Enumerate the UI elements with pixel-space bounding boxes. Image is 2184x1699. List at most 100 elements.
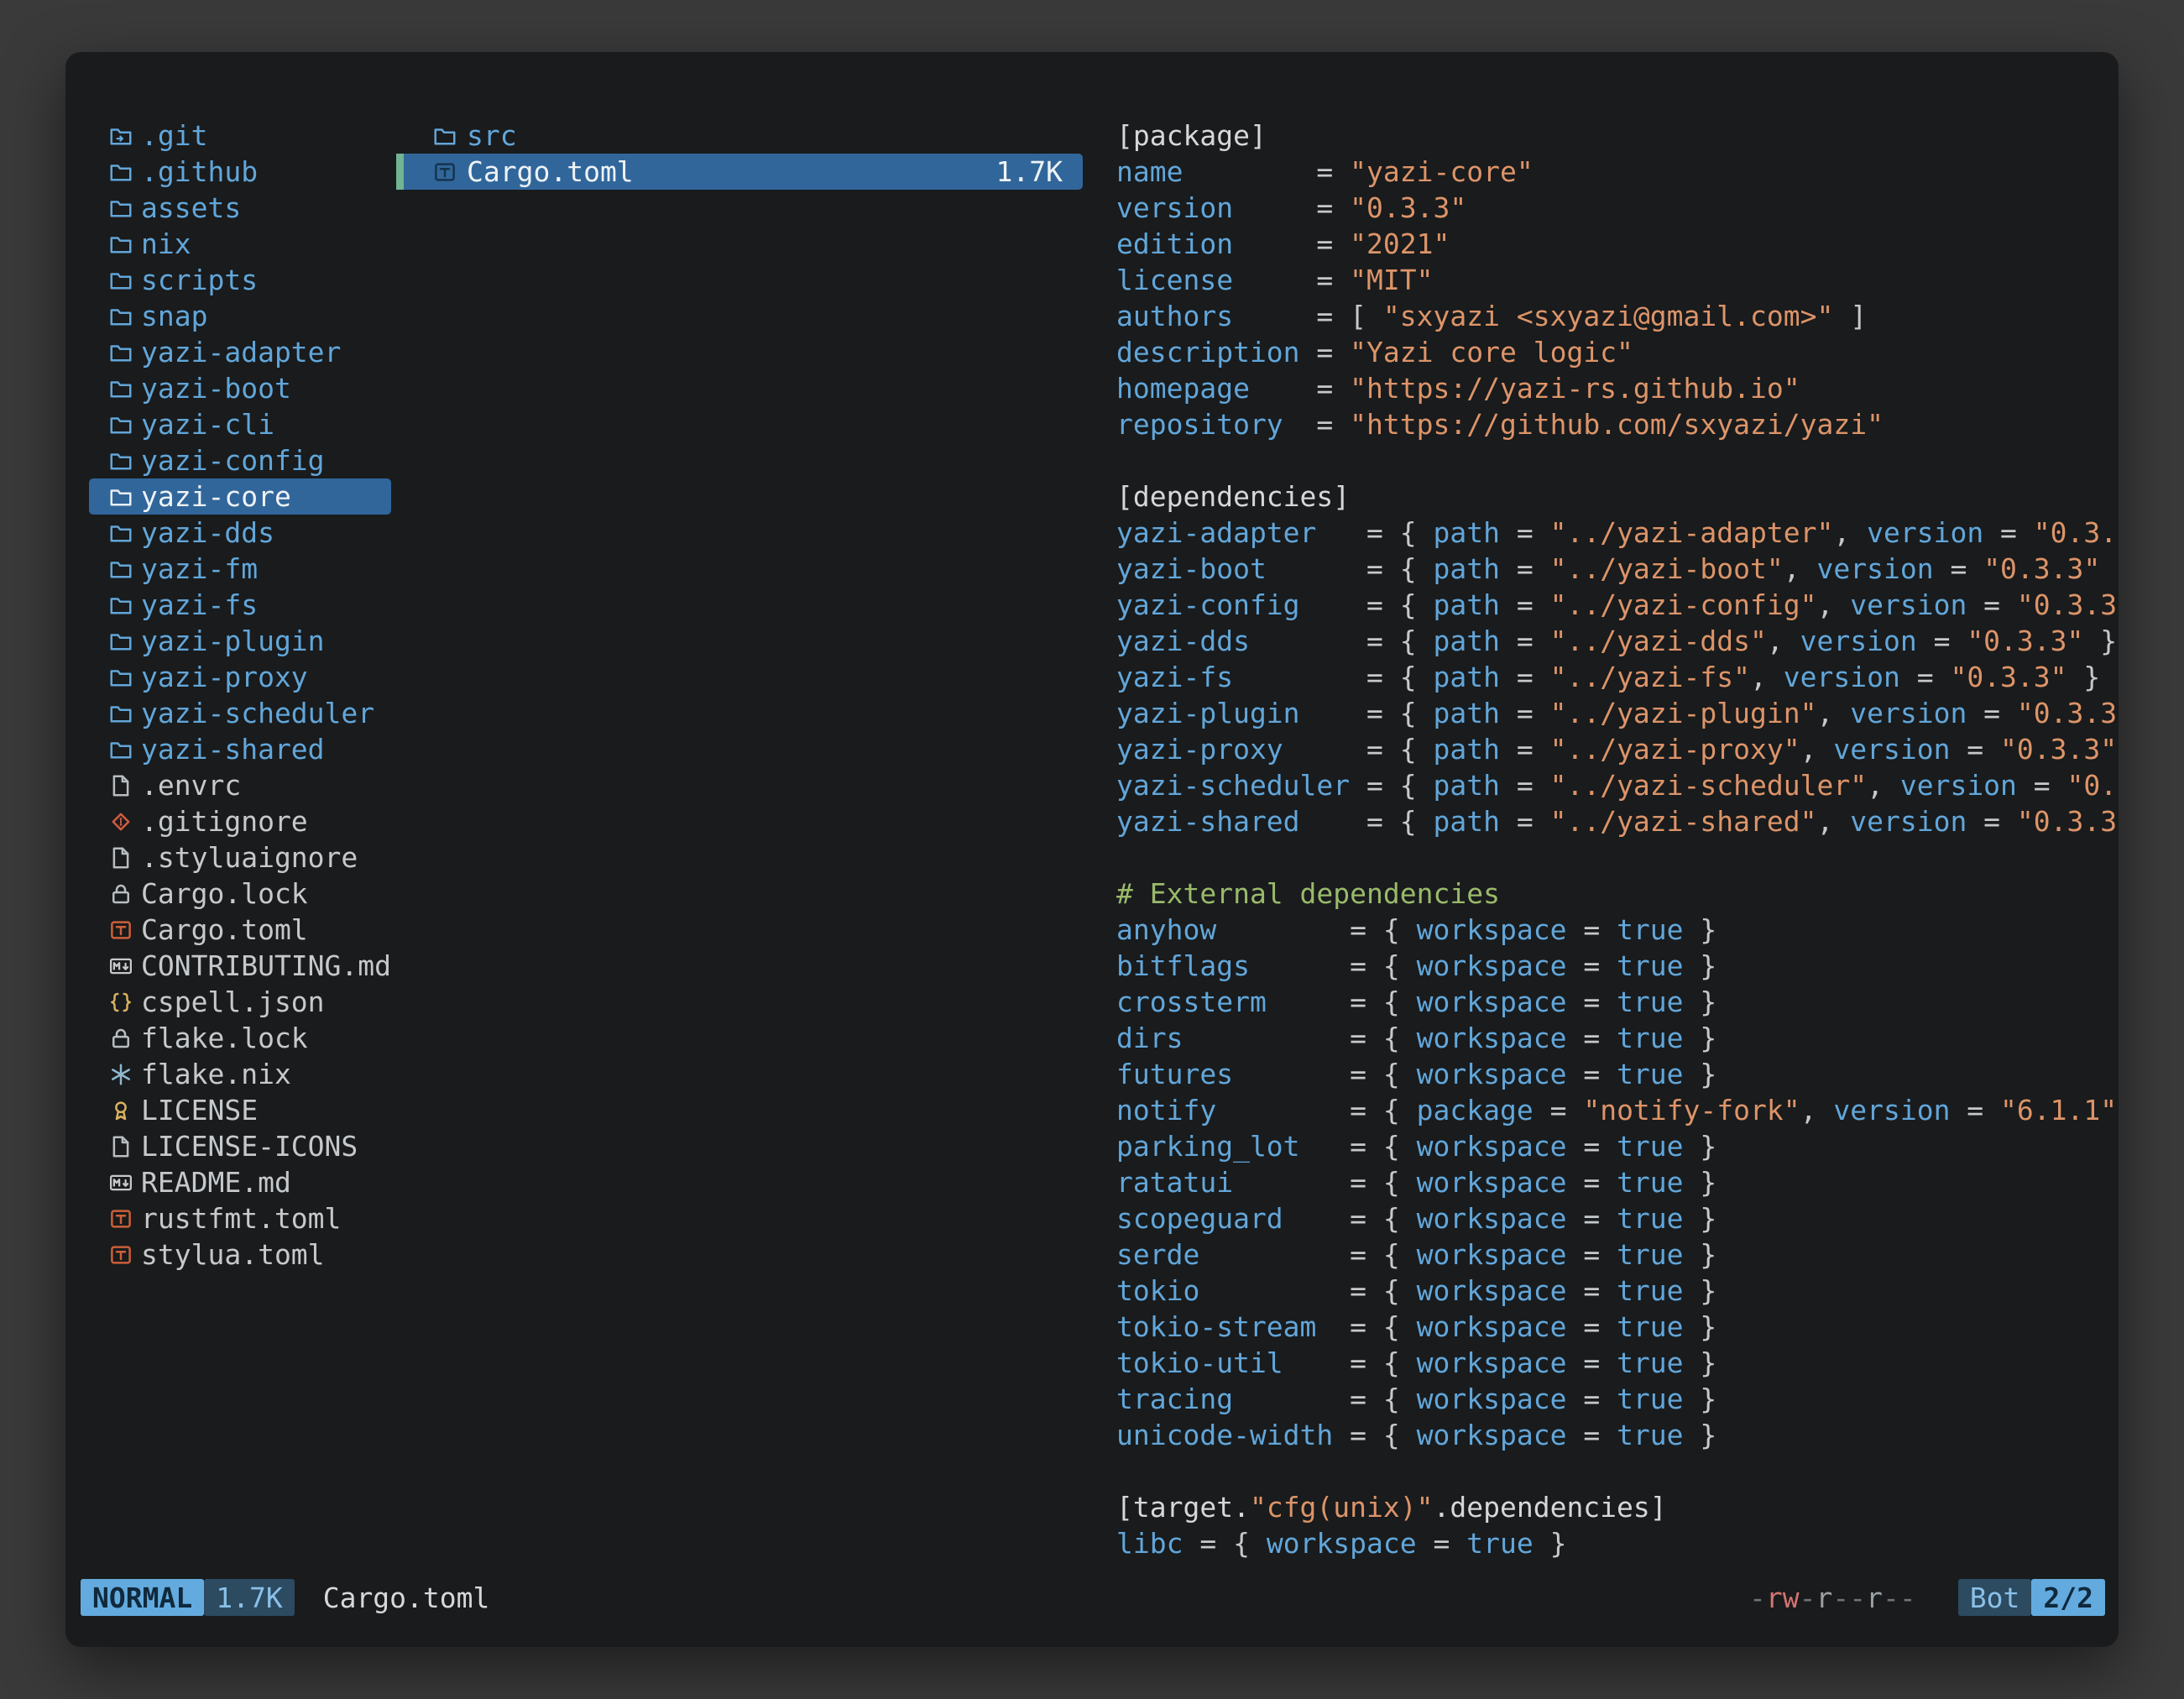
file-row[interactable]: .styluaignore: [89, 839, 391, 876]
file-name: yazi-core: [141, 478, 291, 515]
status-right-group: -rw-r--r-- Bot 2/2: [1749, 1579, 2105, 1616]
file-name: flake.nix: [141, 1056, 291, 1092]
size-badge: 1.7K: [204, 1579, 294, 1616]
preview-line: [1116, 442, 2119, 478]
folder-icon: [107, 339, 134, 366]
file-row[interactable]: yazi-plugin: [89, 623, 391, 659]
file-row[interactable]: Cargo.toml1.7K: [396, 154, 1083, 190]
folder-icon: [107, 231, 134, 258]
folder-icon: [431, 123, 458, 149]
file-name: LICENSE-ICONS: [141, 1128, 358, 1164]
preview-line: description = "Yazi core logic": [1116, 334, 2119, 370]
toml-icon: [107, 1242, 134, 1268]
preview-line: yazi-shared = { path = "../yazi-shared",…: [1116, 803, 2119, 839]
git-diamond-icon: [107, 808, 134, 835]
file-row[interactable]: .github: [89, 154, 391, 190]
file-size: 1.7K: [996, 154, 1063, 190]
folder-icon: [107, 375, 134, 402]
folder-icon: [107, 664, 134, 691]
folder-icon: [107, 628, 134, 655]
file-row[interactable]: cspell.json: [89, 984, 391, 1020]
file-name: yazi-adapter: [141, 334, 341, 370]
file-name: .styluaignore: [141, 839, 358, 876]
file-permissions: -rw-r--r--: [1749, 1581, 1916, 1614]
file-row[interactable]: yazi-core: [89, 478, 391, 515]
file-row[interactable]: flake.lock: [89, 1020, 391, 1056]
preview-pane[interactable]: [package]name = "yazi-core"version = "0.…: [1083, 118, 2119, 1571]
file-name: yazi-proxy: [141, 659, 308, 695]
file-row[interactable]: Cargo.lock: [89, 876, 391, 912]
file-name: assets: [141, 190, 241, 226]
file-row[interactable]: .git: [89, 118, 391, 154]
file-row[interactable]: Cargo.toml: [89, 912, 391, 948]
file-row[interactable]: CONTRIBUTING.md: [89, 948, 391, 984]
file-row[interactable]: snap: [89, 298, 391, 334]
status-bar: NORMAL 1.7K Cargo.toml -rw-r--r-- Bot 2/…: [65, 1578, 2119, 1617]
file-name: snap: [141, 298, 207, 334]
file-row[interactable]: rustfmt.toml: [89, 1200, 391, 1236]
file-manager-panes: .git.githubassetsnixscriptssnapyazi-adap…: [65, 118, 2119, 1571]
file-row[interactable]: scripts: [89, 262, 391, 298]
file-name: LICENSE: [141, 1092, 258, 1128]
terminal-window: .git.githubassetsnixscriptssnapyazi-adap…: [65, 52, 2119, 1647]
file-row[interactable]: stylua.toml: [89, 1236, 391, 1273]
file-row[interactable]: nix: [89, 226, 391, 262]
file-row[interactable]: yazi-dds: [89, 515, 391, 551]
folder-icon: [107, 592, 134, 619]
preview-line: anyhow = { workspace = true }: [1116, 912, 2119, 948]
file-name: .git: [141, 118, 207, 154]
mode-badge: NORMAL: [81, 1579, 204, 1616]
file-row[interactable]: yazi-fm: [89, 551, 391, 587]
file-row[interactable]: yazi-boot: [89, 370, 391, 406]
file-row[interactable]: LICENSE: [89, 1092, 391, 1128]
file-row[interactable]: README.md: [89, 1164, 391, 1200]
preview-line: yazi-scheduler = { path = "../yazi-sched…: [1116, 767, 2119, 803]
page-badge: 2/2: [2031, 1579, 2105, 1616]
file-row[interactable]: yazi-fs: [89, 587, 391, 623]
file-row[interactable]: assets: [89, 190, 391, 226]
preview-line: [1116, 839, 2119, 876]
file-row[interactable]: yazi-shared: [89, 731, 391, 767]
file-row[interactable]: yazi-adapter: [89, 334, 391, 370]
file-name: CONTRIBUTING.md: [141, 948, 391, 984]
parent-pane[interactable]: .git.githubassetsnixscriptssnapyazi-adap…: [65, 118, 396, 1571]
folder-icon: [107, 736, 134, 763]
folder-icon: [107, 195, 134, 222]
status-filename: Cargo.toml: [323, 1581, 490, 1614]
current-pane[interactable]: srcCargo.toml1.7K: [396, 118, 1083, 1571]
file-row[interactable]: yazi-scheduler: [89, 695, 391, 731]
markdown-icon: [107, 953, 134, 980]
preview-line: yazi-fs = { path = "../yazi-fs", version…: [1116, 659, 2119, 695]
file-row[interactable]: yazi-proxy: [89, 659, 391, 695]
file-row[interactable]: src: [396, 118, 1083, 154]
preview-line: ratatui = { workspace = true }: [1116, 1164, 2119, 1200]
file-name: yazi-boot: [141, 370, 291, 406]
preview-line: bitflags = { workspace = true }: [1116, 948, 2119, 984]
preview-line: [dependencies]: [1116, 478, 2119, 515]
preview-line: yazi-dds = { path = "../yazi-dds", versi…: [1116, 623, 2119, 659]
file-row[interactable]: .envrc: [89, 767, 391, 803]
lock-icon: [107, 1025, 134, 1052]
preview-line: tokio-stream = { workspace = true }: [1116, 1309, 2119, 1345]
file-row[interactable]: flake.nix: [89, 1056, 391, 1092]
toml-icon: [107, 1205, 134, 1232]
preview-line: name = "yazi-core": [1116, 154, 2119, 190]
file-name: nix: [141, 226, 191, 262]
preview-line: unicode-width = { workspace = true }: [1116, 1417, 2119, 1453]
file-icon: [107, 844, 134, 871]
folder-icon: [107, 267, 134, 294]
preview-line: serde = { workspace = true }: [1116, 1236, 2119, 1273]
markdown-icon: [107, 1169, 134, 1196]
file-row[interactable]: yazi-config: [89, 442, 391, 478]
file-name: README.md: [141, 1164, 291, 1200]
folder-icon: [107, 484, 134, 510]
file-row[interactable]: .gitignore: [89, 803, 391, 839]
toml-icon: [107, 917, 134, 944]
preview-line: libc = { workspace = true }: [1116, 1525, 2119, 1561]
file-row[interactable]: LICENSE-ICONS: [89, 1128, 391, 1164]
preview-line: yazi-config = { path = "../yazi-config",…: [1116, 587, 2119, 623]
file-row[interactable]: yazi-cli: [89, 406, 391, 442]
file-name: yazi-dds: [141, 515, 274, 551]
git-folder-icon: [107, 123, 134, 149]
folder-icon: [107, 411, 134, 438]
